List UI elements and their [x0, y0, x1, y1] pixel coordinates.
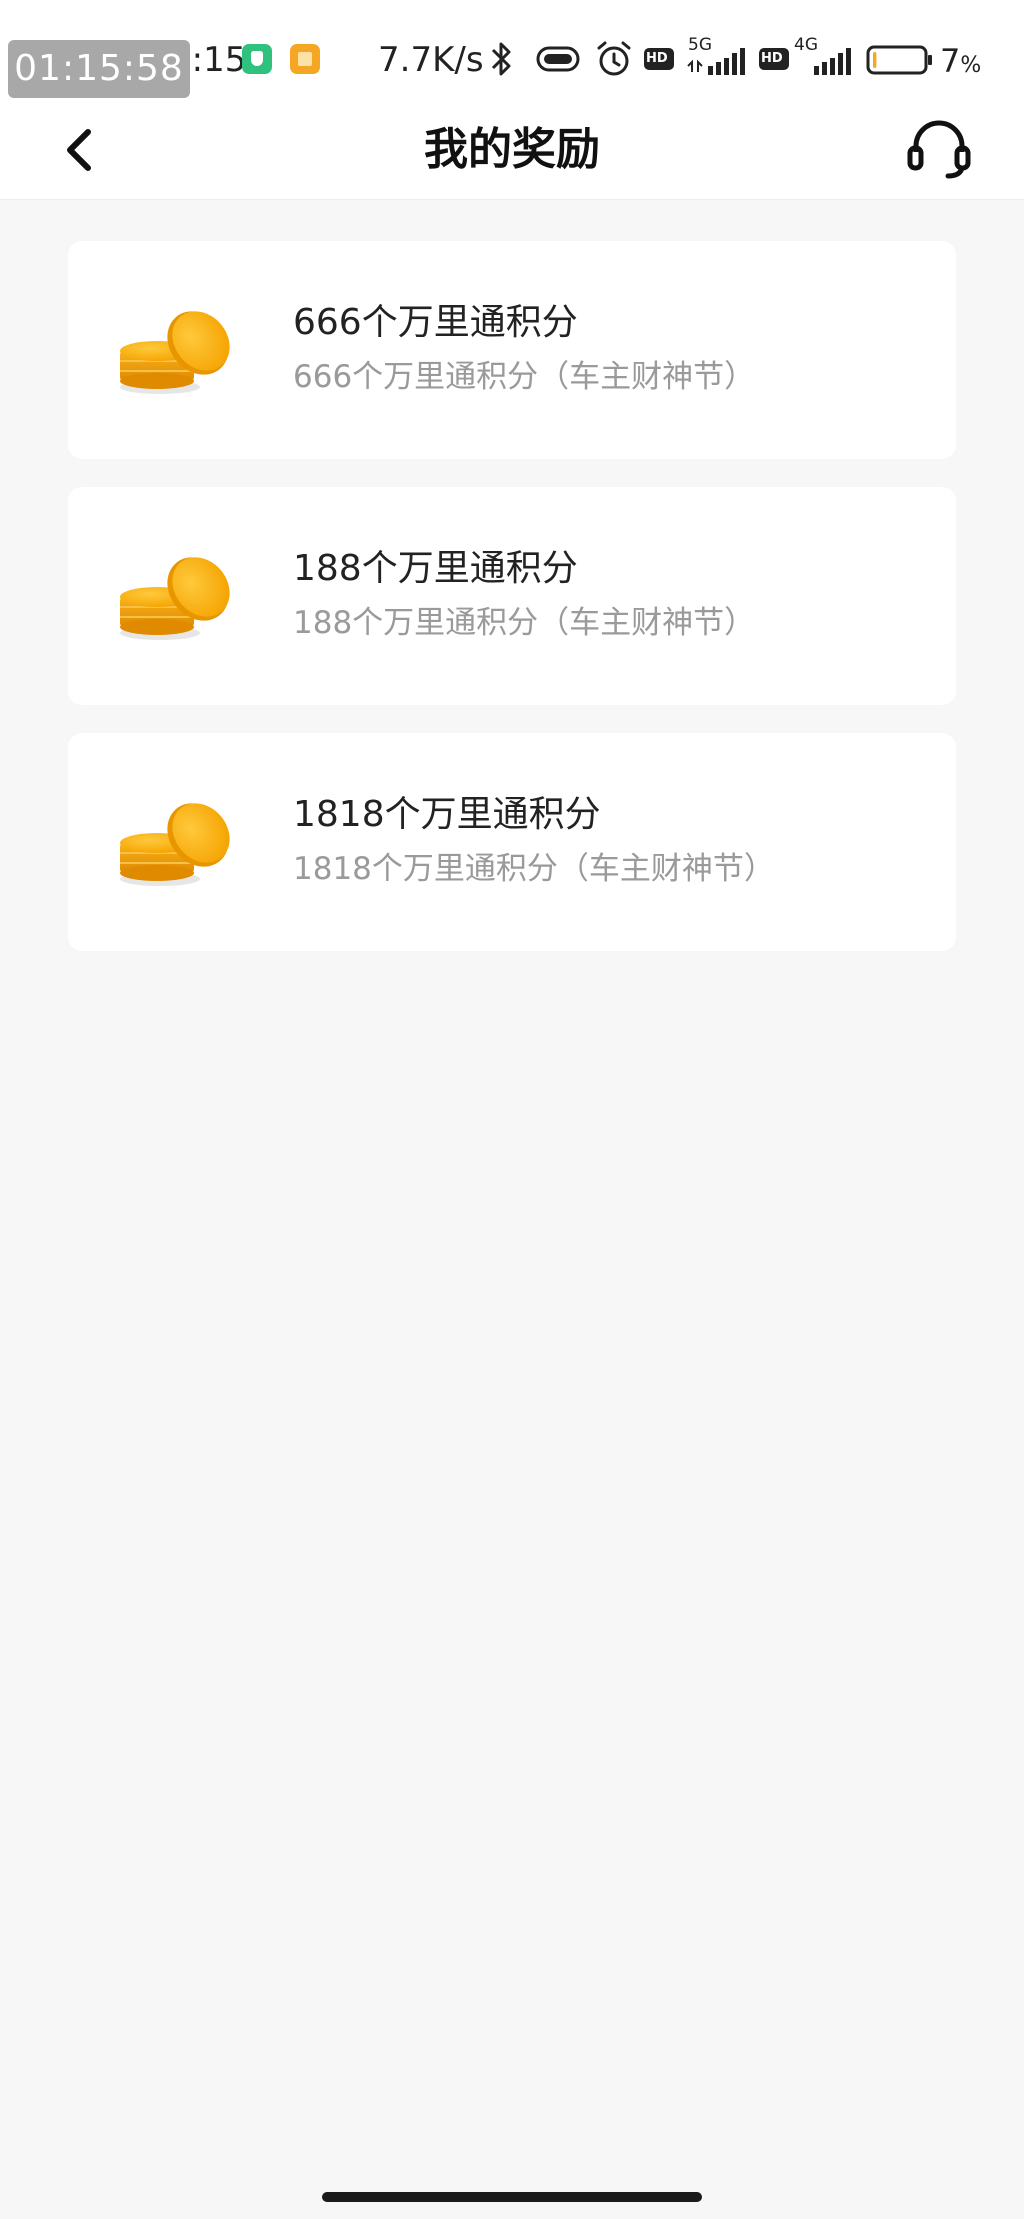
reward-card-2[interactable]: 188个万里通积分 188个万里通积分（车主财神节） [68, 487, 956, 705]
reward-title: 1818个万里通积分 [293, 794, 601, 835]
signal-5g-icon [687, 48, 745, 75]
reward-title: 666个万里通积分 [293, 302, 578, 343]
reward-subtitle: 666个万里通积分（车主财神节） [293, 359, 756, 395]
reward-card-3[interactable]: 1818个万里通积分 1818个万里通积分（车主财神节） [68, 733, 956, 951]
home-indicator[interactable] [322, 2192, 702, 2202]
alarm-icon [597, 41, 631, 76]
reward-subtitle: 188个万里通积分（车主财神节） [293, 605, 756, 641]
signal-4g-icon [814, 48, 851, 75]
shield-app-icon [242, 44, 272, 74]
nav-bar: 我的奖励 [0, 100, 1024, 200]
coin-stack-icon [120, 803, 230, 886]
battery-percent-unit: % [960, 53, 982, 78]
reward-card-1[interactable]: 666个万里通积分 666个万里通积分（车主财神节） [68, 241, 956, 459]
coin-stack-icon [120, 557, 230, 640]
hd-label: HD [761, 51, 783, 66]
network-speed: 7.7K/s [378, 40, 484, 80]
battery-percent-value: 7 [940, 42, 961, 80]
coin-stack-icon [120, 311, 230, 394]
customer-service-button[interactable] [904, 114, 974, 184]
battery-icon [866, 45, 932, 75]
reward-list: 666个万里通积分 666个万里通积分（车主财神节） 188个万里通积分 188… [68, 241, 956, 979]
note-app-icon [290, 44, 320, 74]
hd-label: HD [646, 51, 668, 66]
reward-subtitle: 1818个万里通积分（车主财神节） [293, 851, 775, 887]
page-title: 我的奖励 [424, 124, 600, 175]
reward-title: 188个万里通积分 [293, 548, 578, 589]
bluetooth-icon [491, 42, 511, 76]
headset-icon [907, 120, 971, 179]
battery-percent: 7% [940, 38, 981, 89]
recording-timer: 01:15:58 [8, 40, 190, 98]
vibrate-icon [536, 46, 580, 72]
